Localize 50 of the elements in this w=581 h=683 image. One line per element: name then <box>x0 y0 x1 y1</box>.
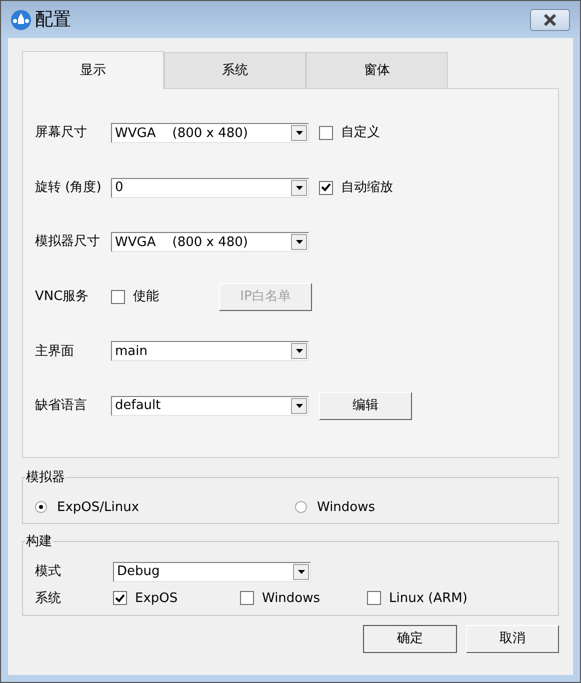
field-label: 模式 <box>35 562 62 581</box>
field-label: 旋转 (角度) <box>35 178 102 197</box>
dropdown[interactable]: WVGA (800 x 480) <box>111 232 309 252</box>
field-label: 主界面 <box>35 342 75 361</box>
check-icon <box>115 594 125 603</box>
dropdown[interactable]: main <box>111 341 309 362</box>
tab[interactable]: 系统 <box>164 52 306 88</box>
app-logo-icon <box>11 10 31 30</box>
group-title: 模拟器 <box>25 469 66 487</box>
checkbox[interactable] <box>319 180 333 195</box>
close-button[interactable] <box>530 8 570 30</box>
radio-label: ExpOS/Linux <box>57 498 140 516</box>
button[interactable]: 取消 <box>466 625 559 653</box>
window-title: 配置 <box>35 8 71 32</box>
checkbox-label: Linux (ARM) <box>389 590 468 608</box>
tab[interactable]: 显示 <box>22 51 164 89</box>
radio-button[interactable] <box>35 501 47 514</box>
button[interactable]: 编辑 <box>319 392 412 420</box>
field-label: 屏幕尺寸 <box>35 124 88 142</box>
tab[interactable]: 窗体 <box>306 52 448 88</box>
dropdown-value: Debug <box>116 565 161 578</box>
check-icon <box>321 183 331 192</box>
dropdown-value: WVGA (800 x 480) <box>114 236 249 249</box>
dropdown-value: WVGA (800 x 480) <box>114 126 249 140</box>
checkbox[interactable] <box>319 126 333 140</box>
dropdown-value: default <box>114 399 162 412</box>
field-label: 缺省语言 <box>35 397 88 416</box>
field-label: VNC服务 <box>35 288 90 306</box>
radio-label: Windows <box>317 498 376 516</box>
checkbox-label: 自动缩放 <box>341 178 393 197</box>
field-label: 模拟器尺寸 <box>35 233 101 252</box>
checkbox[interactable] <box>113 591 127 606</box>
checkbox[interactable] <box>240 591 254 606</box>
checkbox-label: Windows <box>262 590 320 608</box>
checkbox-label: 使能 <box>133 288 159 306</box>
checkbox-label: 自定义 <box>341 124 380 142</box>
dropdown[interactable]: 0 <box>111 178 309 198</box>
radio-button[interactable] <box>295 501 307 514</box>
checkbox[interactable] <box>367 591 381 606</box>
dropdown-value: main <box>114 344 148 358</box>
button[interactable]: 确定 <box>363 625 457 653</box>
close-icon <box>543 14 557 26</box>
checkbox-label: ExpOS <box>135 590 178 608</box>
dropdown[interactable]: Debug <box>113 562 311 582</box>
group-title: 构建 <box>25 533 53 551</box>
checkbox[interactable] <box>111 290 125 304</box>
dropdown[interactable]: default <box>111 396 309 416</box>
dropdown-value: 0 <box>114 181 124 194</box>
dropdown[interactable]: WVGA (800 x 480) <box>111 123 309 143</box>
field-label: 系统 <box>35 590 62 608</box>
